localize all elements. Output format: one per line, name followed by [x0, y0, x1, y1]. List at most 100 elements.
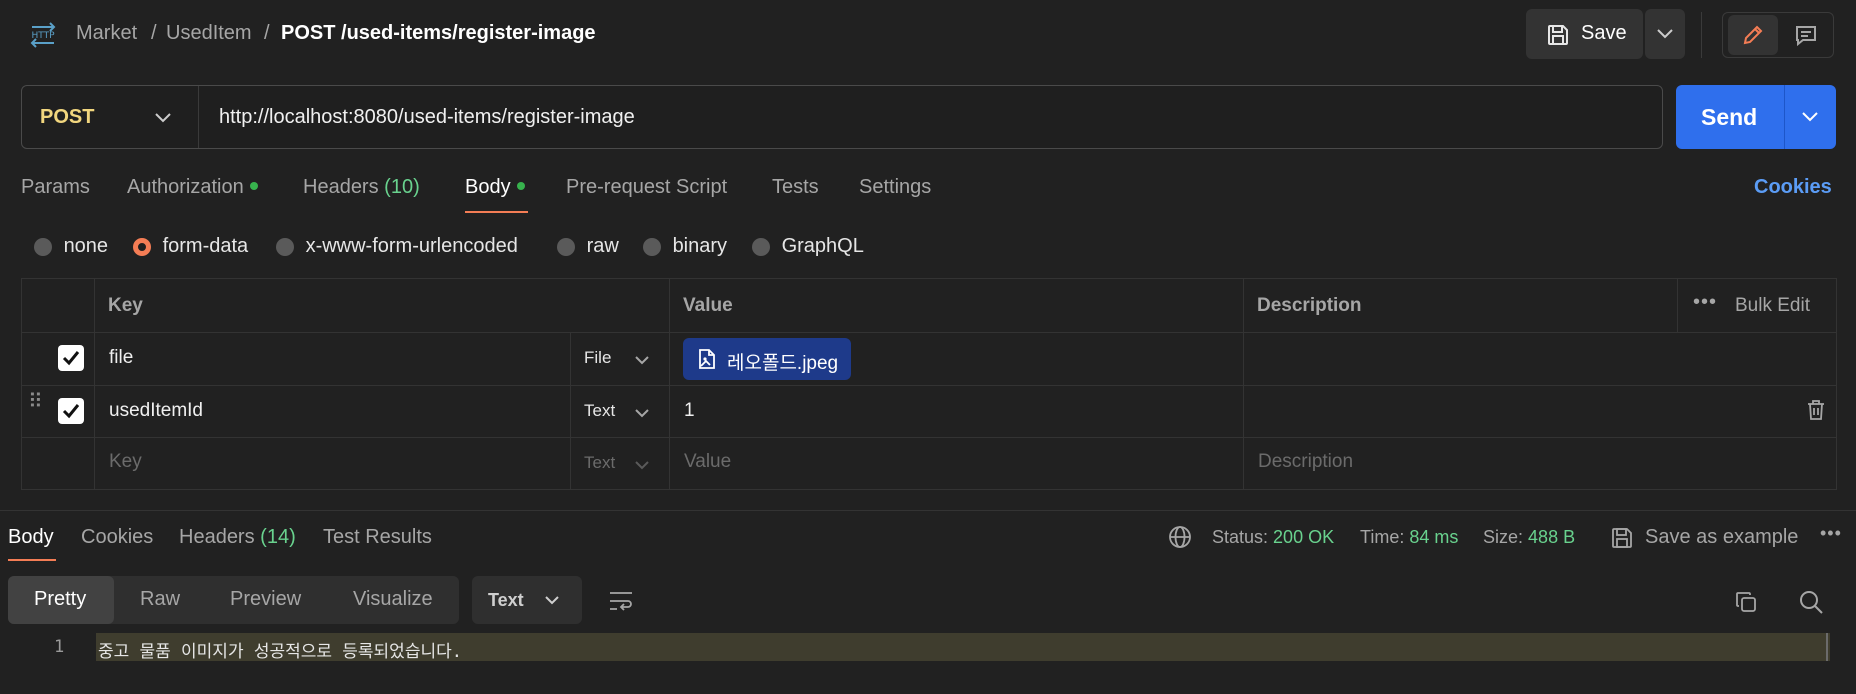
divider: [570, 332, 571, 489]
drag-handle-icon[interactable]: ⠿: [28, 392, 45, 412]
row-value[interactable]: 1: [684, 400, 695, 422]
bulk-edit-button[interactable]: Bulk Edit: [1735, 295, 1810, 317]
radio-raw[interactable]: raw: [557, 235, 619, 258]
row-type-select[interactable]: Text: [584, 401, 615, 421]
breadcrumb-separator: /: [151, 22, 157, 44]
url-input[interactable]: http://localhost:8080/used-items/registe…: [219, 106, 635, 129]
response-tab-cookies[interactable]: Cookies: [81, 526, 153, 549]
globe-icon[interactable]: [1168, 525, 1192, 549]
divider: [1677, 279, 1678, 332]
view-mode-pretty[interactable]: Pretty: [34, 588, 86, 611]
format-label: Text: [488, 590, 524, 610]
tab-prerequest-script[interactable]: Pre-request Script: [566, 176, 727, 199]
chevron-down-icon: [155, 113, 171, 123]
tab-body-label: Body: [465, 176, 511, 198]
save-button[interactable]: Save: [1526, 9, 1643, 59]
radio-form-data[interactable]: form-data: [133, 235, 248, 258]
file-name: 레오폴드.jpeg: [727, 353, 839, 374]
active-tab-underline: [8, 559, 56, 561]
send-button[interactable]: Send: [1676, 85, 1836, 149]
copy-icon[interactable]: [1734, 590, 1758, 614]
row-checkbox[interactable]: [58, 345, 84, 371]
chevron-down-icon[interactable]: [635, 356, 649, 365]
status-dot: [249, 181, 258, 190]
description-placeholder[interactable]: Description: [1258, 451, 1353, 473]
word-wrap-icon[interactable]: [608, 590, 634, 612]
edit-mode-button[interactable]: [1728, 15, 1778, 55]
trash-icon[interactable]: [1806, 399, 1826, 421]
row-checkbox[interactable]: [58, 398, 84, 424]
row-type: Text: [584, 401, 616, 420]
pencil-icon: [1743, 25, 1763, 45]
radio-indicator-selected: [133, 237, 151, 256]
status-label: Status:: [1212, 527, 1269, 547]
response-tab-test-results[interactable]: Test Results: [323, 526, 432, 549]
chevron-down-icon[interactable]: [635, 409, 649, 418]
divider: [22, 437, 1836, 438]
response-tab-headers[interactable]: Headers (14): [179, 526, 296, 549]
response-body-text[interactable]: 중고 물품 이미지가 성공적으로 등록되었습니다.: [98, 637, 462, 662]
radio-graphql[interactable]: GraphQL: [752, 235, 864, 258]
chevron-down-icon[interactable]: [635, 461, 649, 470]
row-key[interactable]: usedItemId: [109, 400, 203, 422]
value-placeholder[interactable]: Value: [684, 451, 731, 473]
radio-label: raw: [586, 235, 619, 257]
tab-settings[interactable]: Settings: [859, 176, 931, 199]
scrollbar[interactable]: [1826, 633, 1828, 661]
save-as-example-button[interactable]: Save as example: [1610, 524, 1806, 552]
file-chip[interactable]: 레오폴드.jpeg: [683, 338, 851, 380]
divider: [1784, 85, 1785, 149]
response-tab-headers-label: Headers: [179, 526, 255, 548]
view-mode-visualize[interactable]: Visualize: [353, 588, 433, 611]
save-label: Save: [1581, 22, 1627, 44]
size-readout: Size: 488 B: [1483, 527, 1575, 548]
row-key[interactable]: file: [109, 347, 133, 369]
comments-button[interactable]: [1784, 15, 1828, 55]
chevron-down-icon[interactable]: [1802, 112, 1818, 122]
tab-headers-label: Headers: [303, 176, 379, 198]
tab-params[interactable]: Params: [21, 176, 90, 199]
radio-none[interactable]: none: [34, 235, 108, 258]
radio-binary[interactable]: binary: [643, 235, 727, 258]
response-tab-body[interactable]: Body: [8, 526, 54, 549]
divider: [0, 510, 1856, 511]
view-mode-raw[interactable]: Raw: [140, 588, 180, 611]
radio-indicator: [34, 237, 52, 256]
save-options-button[interactable]: [1645, 9, 1685, 59]
radio-indicator: [643, 237, 661, 256]
row-type-select[interactable]: File: [584, 348, 611, 368]
request-title[interactable]: POST /used-items/register-image: [281, 22, 596, 45]
breadcrumb-market[interactable]: Market: [76, 22, 137, 45]
tab-headers[interactable]: Headers (10): [303, 176, 420, 199]
cookies-link[interactable]: Cookies: [1754, 176, 1832, 199]
view-mode-preview[interactable]: Preview: [230, 588, 301, 611]
format-select[interactable]: Text: [472, 576, 582, 624]
radio-label: form-data: [162, 235, 249, 257]
more-options-icon[interactable]: •••: [1693, 291, 1717, 314]
save-as-example-label: Save as example: [1645, 526, 1799, 548]
tab-tests[interactable]: Tests: [772, 176, 819, 199]
type-placeholder[interactable]: Text: [584, 453, 615, 473]
breadcrumb-useditem[interactable]: UsedItem: [166, 22, 252, 45]
search-icon[interactable]: [1798, 589, 1824, 615]
radio-label: GraphQL: [781, 235, 864, 257]
size-value[interactable]: 488 B: [1528, 527, 1575, 547]
tab-authorization-label: Authorization: [127, 176, 244, 198]
divider: [669, 279, 670, 489]
column-header-description: Description: [1257, 295, 1362, 316]
tab-body[interactable]: Body: [465, 176, 525, 199]
divider: [22, 332, 1836, 333]
tab-authorization[interactable]: Authorization: [127, 176, 258, 199]
method-select[interactable]: POST: [22, 86, 199, 148]
time-label: Time:: [1360, 527, 1405, 547]
key-placeholder[interactable]: Key: [109, 451, 142, 473]
status-value[interactable]: 200 OK: [1273, 527, 1334, 547]
comment-icon: [1796, 26, 1816, 47]
line-number: 1: [54, 637, 65, 657]
active-tab-underline: [465, 211, 528, 213]
divider: [94, 279, 95, 489]
radio-indicator: [752, 237, 770, 256]
radio-urlencoded[interactable]: x-www-form-urlencoded: [276, 235, 518, 258]
time-value[interactable]: 84 ms: [1409, 527, 1458, 547]
more-options-icon[interactable]: •••: [1820, 523, 1842, 544]
